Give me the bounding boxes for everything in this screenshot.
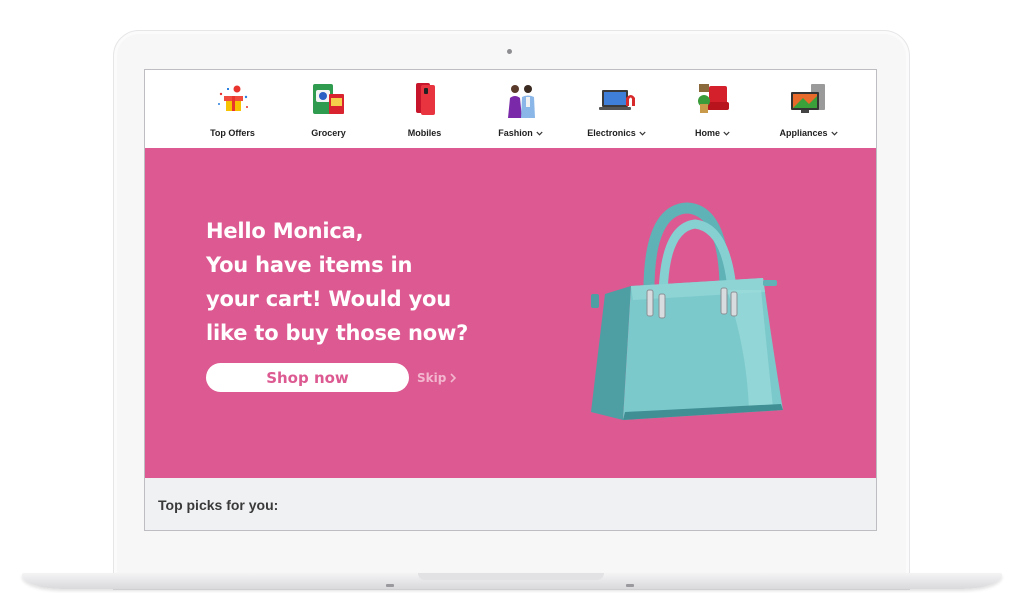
laptop-foot <box>386 584 394 587</box>
banner-message-line: your cart! Would you <box>206 287 452 311</box>
laptop-notch <box>418 573 604 580</box>
category-label: Electronics <box>587 128 646 138</box>
category-label: Home <box>695 128 730 138</box>
chevron-down-icon <box>536 131 543 136</box>
laptop-screen: Top Offers Grocery Mobiles Fashion Elect… <box>144 69 877 531</box>
tv-appliance-icon <box>790 84 825 113</box>
category-mobiles[interactable]: Mobiles <box>377 70 473 148</box>
category-label: Mobiles <box>407 128 442 138</box>
skip-link[interactable]: Skip <box>417 369 457 387</box>
shop-now-button[interactable]: Shop now <box>206 363 409 392</box>
cart-reminder-banner: Hello Monica, You have items in your car… <box>145 148 876 478</box>
chevron-down-icon <box>723 131 730 136</box>
home-furniture-icon <box>697 84 729 113</box>
category-nav: Top Offers Grocery Mobiles Fashion Elect… <box>145 70 876 148</box>
laptop-foot <box>626 584 634 587</box>
banner-message-line: Hello Monica, <box>206 219 364 243</box>
chevron-right-icon <box>450 373 457 383</box>
chevron-down-icon <box>830 131 838 136</box>
teal-handbag-image <box>591 202 783 420</box>
gift-offers-icon <box>217 85 248 111</box>
category-grocery[interactable]: Grocery <box>281 70 377 148</box>
fashion-icon <box>507 85 535 118</box>
grocery-icon <box>312 84 344 114</box>
mobile-phone-icon <box>415 83 435 115</box>
category-label: Fashion <box>498 128 543 138</box>
webcam-icon <box>507 49 512 54</box>
chevron-down-icon <box>639 131 646 136</box>
top-picks-section: Top picks for you: <box>145 478 876 530</box>
category-label: Grocery <box>311 128 346 138</box>
banner-message-line: You have items in <box>206 253 413 277</box>
laptop-icon <box>598 90 635 110</box>
banner-message: Hello Monica, You have items in your car… <box>206 214 506 350</box>
section-title: Top picks for you: <box>158 497 279 513</box>
category-fashion[interactable]: Fashion <box>473 70 569 148</box>
category-appliances[interactable]: Appliances <box>761 70 857 148</box>
category-electronics[interactable]: Electronics <box>569 70 665 148</box>
category-label: Appliances <box>779 128 838 138</box>
category-label: Top Offers <box>210 128 255 138</box>
category-home[interactable]: Home <box>665 70 761 148</box>
banner-message-line: like to buy those now? <box>206 321 469 345</box>
category-top-offers[interactable]: Top Offers <box>185 70 281 148</box>
